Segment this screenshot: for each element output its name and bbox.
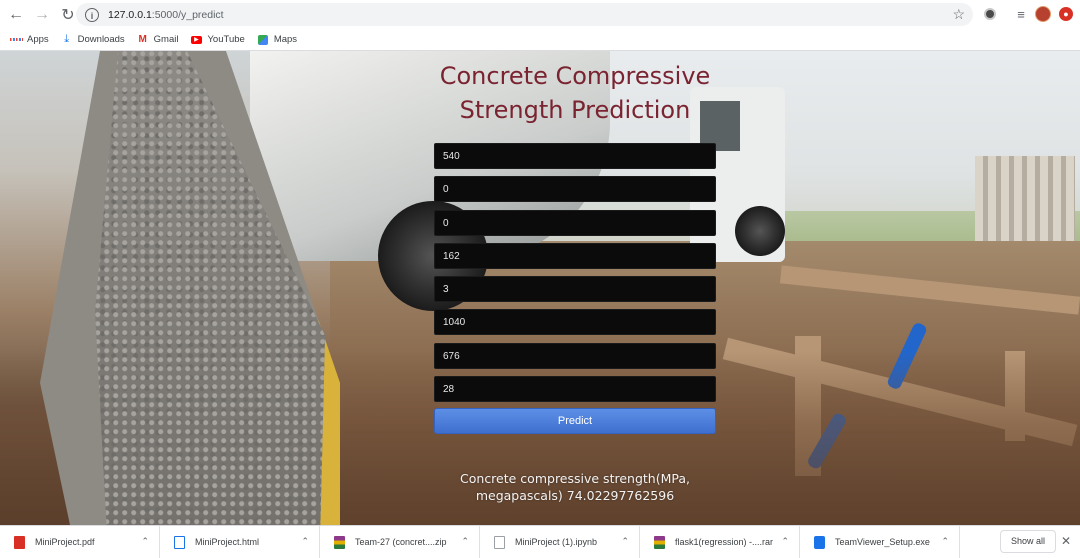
bookmark-apps[interactable]: Apps <box>10 34 49 46</box>
fly-ash-input[interactable]: 0 <box>434 209 716 236</box>
chevron-up-icon[interactable]: ⌃ <box>781 536 789 547</box>
gmail-icon: M <box>138 34 147 45</box>
chevron-up-icon[interactable]: ⌃ <box>621 536 629 547</box>
reading-list-icon[interactable]: ≡ <box>1011 4 1031 24</box>
download-item[interactable]: flask1(regression) -....rar ⌃ <box>640 526 800 558</box>
extension-icon[interactable] <box>980 4 1000 24</box>
bookmark-gmail[interactable]: M Gmail <box>137 34 179 46</box>
predict-button[interactable]: Predict <box>434 408 716 434</box>
bookmark-maps[interactable]: Maps <box>257 34 297 46</box>
page-content: Concrete Compressive Strength Prediction… <box>0 51 1080 525</box>
url-text[interactable]: 127.0.0.1:5000/y_predict <box>108 9 224 21</box>
download-item[interactable]: MiniProject.pdf ⌃ <box>0 526 160 558</box>
bookmark-star-icon[interactable]: ☆ <box>952 6 965 23</box>
prediction-result: Concrete compressive strength(MPa, megap… <box>460 471 690 503</box>
chevron-up-icon[interactable]: ⌃ <box>301 536 309 547</box>
download-item[interactable]: MiniProject.html ⌃ <box>160 526 320 558</box>
profile-avatar[interactable] <box>1033 4 1053 24</box>
chevron-up-icon[interactable]: ⌃ <box>141 536 149 547</box>
superplasticizer-input[interactable]: 3 <box>434 276 716 303</box>
update-icon[interactable]: ● <box>1056 4 1076 24</box>
archive-file-icon <box>654 535 665 549</box>
download-name: MiniProject.html <box>195 537 260 547</box>
bookmark-label: Downloads <box>77 34 125 45</box>
archive-file-icon <box>334 535 345 549</box>
exe-file-icon <box>814 535 825 549</box>
site-info-icon[interactable]: i <box>85 7 99 22</box>
pdf-file-icon <box>14 535 25 549</box>
bookmark-label: Apps <box>27 34 49 45</box>
cement-input[interactable]: 540 <box>434 143 716 169</box>
bookmark-label: Gmail <box>153 34 179 45</box>
bookmark-youtube[interactable]: ▶ YouTube <box>190 34 245 46</box>
download-name: Team-27 (concret....zip <box>355 537 447 547</box>
bookmark-label: YouTube <box>207 34 245 45</box>
blast-furnace-slag-input[interactable]: 0 <box>434 176 716 203</box>
address-bar[interactable]: i 127.0.0.1:5000/y_predict ☆ <box>76 3 973 26</box>
age-input[interactable]: 28 <box>434 376 716 403</box>
browser-toolbar: ← → ↻ i 127.0.0.1:5000/y_predict ☆ ≡ ● <box>0 0 1080 29</box>
fine-aggregate-input[interactable]: 676 <box>434 342 716 369</box>
html-file-icon <box>174 535 185 549</box>
download-item[interactable]: MiniProject (1).ipynb ⌃ <box>480 526 640 558</box>
url-host: 127.0.0.1 <box>108 8 152 21</box>
url-path: :5000/y_predict <box>151 8 224 21</box>
water-input[interactable]: 162 <box>434 242 716 269</box>
bookmark-label: Maps <box>273 34 298 45</box>
bookmarks-bar: Apps ⤓ Downloads M Gmail ▶ YouTube Maps <box>0 29 1080 51</box>
chevron-up-icon[interactable]: ⌃ <box>941 536 949 547</box>
download-name: flask1(regression) -....rar <box>675 537 774 547</box>
prediction-form: 540 0 0 162 3 1040 676 28 <box>434 143 716 409</box>
download-item[interactable]: TeamViewer_Setup.exe ⌃ <box>800 526 960 558</box>
coarse-aggregate-input[interactable]: 1040 <box>434 309 716 336</box>
forward-arrow-icon[interactable]: → <box>31 4 53 26</box>
background-wheel <box>735 206 785 256</box>
back-arrow-icon[interactable]: ← <box>5 4 27 26</box>
download-name: MiniProject.pdf <box>35 537 95 547</box>
page-title: Concrete Compressive Strength Prediction <box>439 62 711 124</box>
document-file-icon <box>494 535 505 549</box>
youtube-icon: ▶ <box>190 34 202 46</box>
maps-icon <box>257 34 269 46</box>
download-icon: ⤓ <box>64 33 70 45</box>
download-item[interactable]: Team-27 (concret....zip ⌃ <box>320 526 480 558</box>
download-name: MiniProject (1).ipynb <box>515 537 598 547</box>
show-all-button[interactable]: Show all <box>1000 530 1056 553</box>
bookmark-downloads[interactable]: ⤓ Downloads <box>61 33 125 46</box>
download-name: TeamViewer_Setup.exe <box>835 537 930 547</box>
download-shelf: MiniProject.pdf ⌃ MiniProject.html ⌃ Tea… <box>0 525 1080 558</box>
close-icon[interactable]: ✕ <box>1061 534 1071 548</box>
apps-grid-icon <box>10 34 22 46</box>
chevron-up-icon[interactable]: ⌃ <box>461 536 469 547</box>
